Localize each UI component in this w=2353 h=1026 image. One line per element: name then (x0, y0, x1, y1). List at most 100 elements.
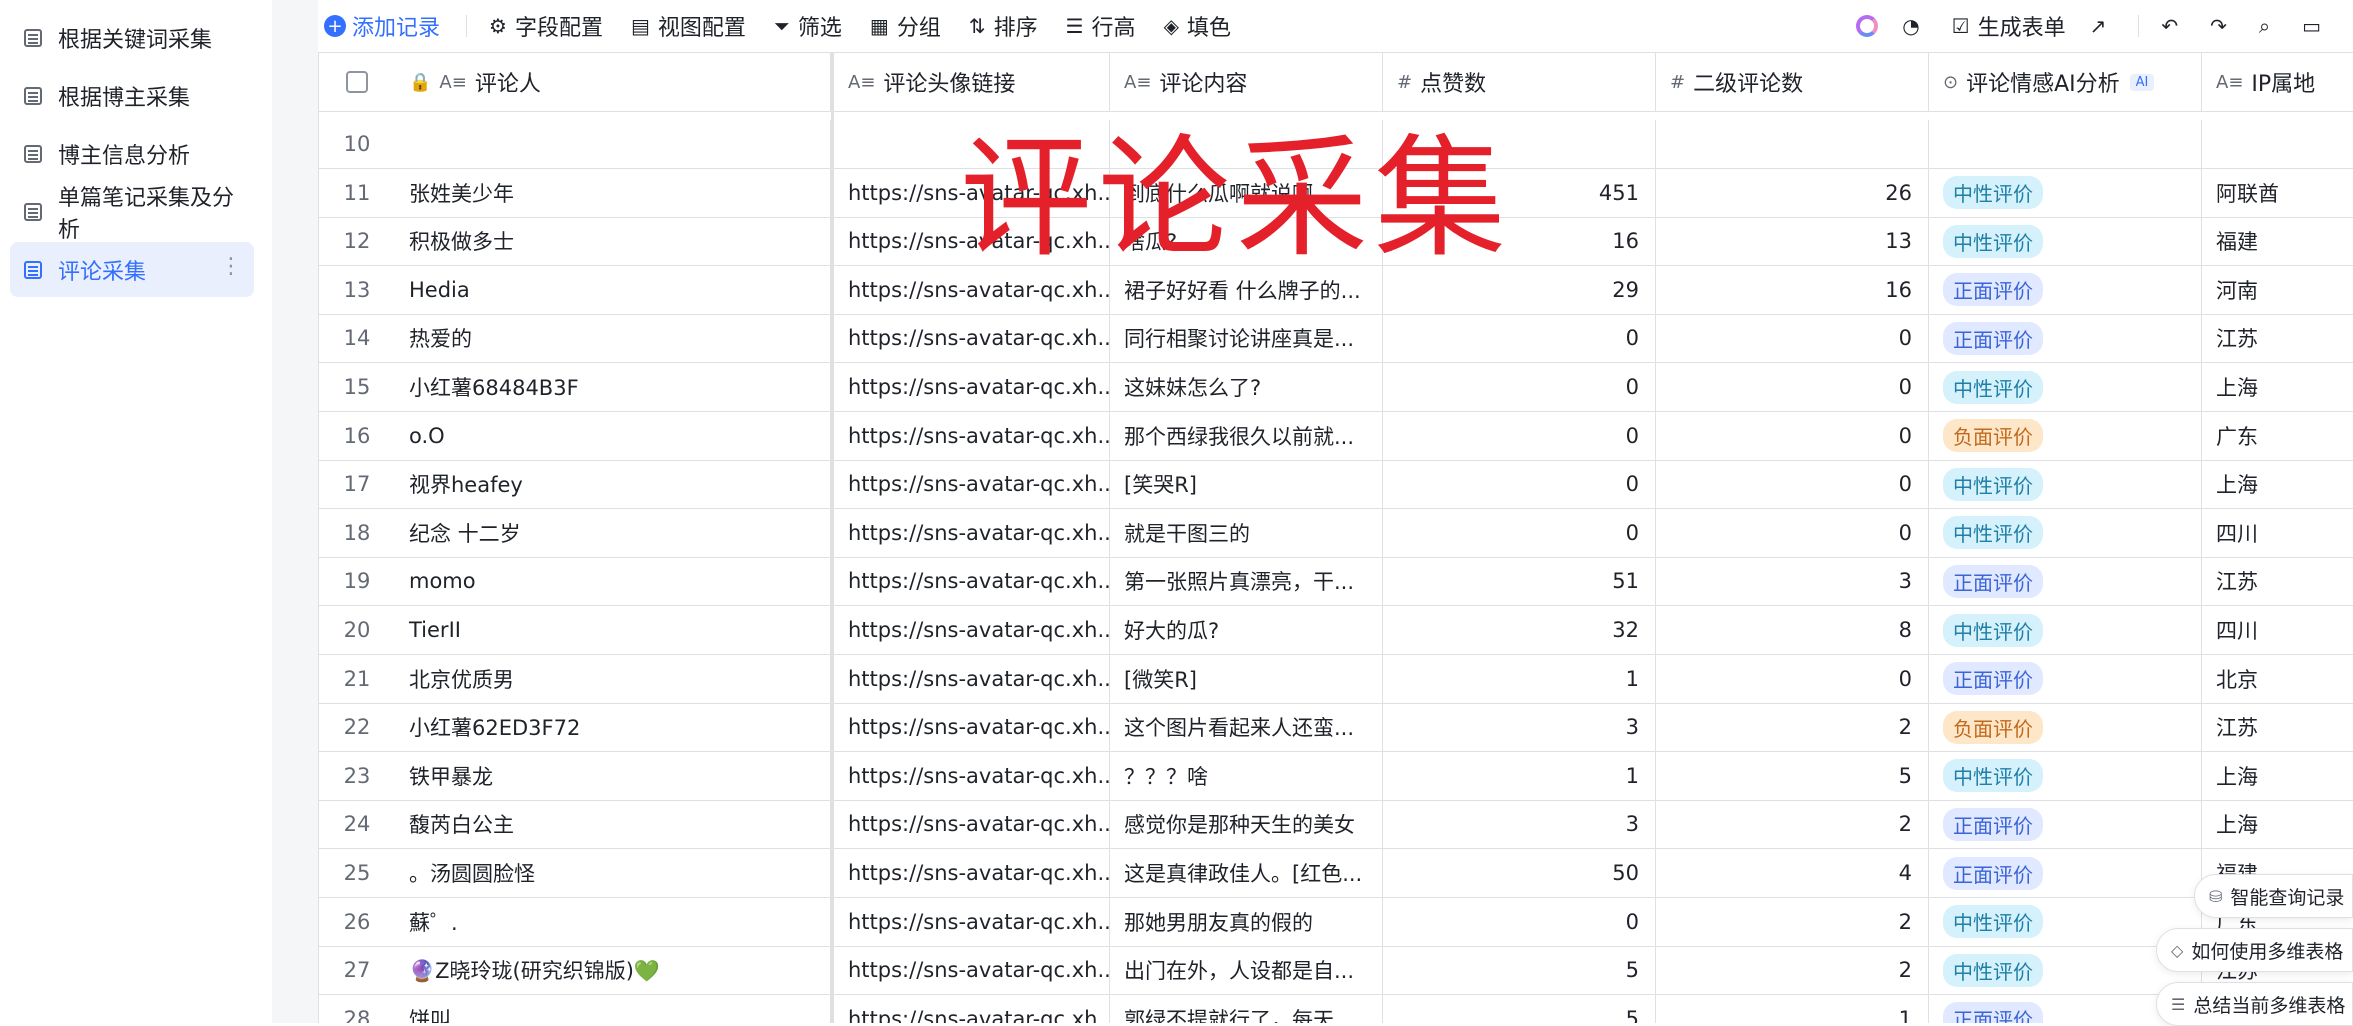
column-header-ip[interactable]: A≡ IP属地 (2202, 53, 2353, 111)
avatar-link-cell[interactable]: https://sns-avatar-qc.xh... (834, 946, 1110, 995)
ip-cell[interactable]: 阿联酋 (2202, 169, 2353, 217)
likes-cell[interactable]: 0 (1383, 508, 1656, 557)
group-button[interactable]: ▦ 分组 (870, 10, 941, 42)
content-cell[interactable]: 同行相聚讨论讲座真是... (1110, 314, 1383, 363)
content-cell[interactable]: 好大的瓜? (1110, 606, 1383, 654)
content-cell[interactable]: 就是干图三的 (1110, 508, 1383, 557)
replies-cell[interactable] (1656, 120, 1929, 168)
table-row[interactable]: 18 纪念 十二岁 https://sns-avatar-qc.xh... 就是干图三… (319, 508, 2353, 558)
table-row[interactable]: 22 小红薯62ED3F72 https://sns-avatar-qc.xh...… (319, 703, 2353, 753)
avatar-link-cell[interactable]: https://sns-avatar-qc.xh... (834, 557, 1110, 606)
commenter-cell[interactable] (395, 120, 831, 168)
column-header-sentiment[interactable]: ⊙ 评论情感AI分析 AI (1929, 53, 2202, 111)
commenter-cell[interactable]: 铁甲暴龙 (395, 751, 831, 800)
table-row[interactable]: 26 蘇゜. https://sns-avatar-qc.xh... 那她男朋友真的假… (319, 897, 2353, 947)
comment-button[interactable]: ▭ (2302, 14, 2329, 38)
add-record-button[interactable]: + 添加记录 (324, 10, 440, 42)
content-cell[interactable]: 这个图片看起来人还蛮... (1110, 703, 1383, 752)
summarize-button[interactable]: ☰ 总结当前多维表格 (2156, 982, 2353, 1026)
commenter-cell[interactable]: momo (395, 557, 831, 606)
sidebar-item-single-note[interactable]: 单篇笔记采集及分析 (10, 184, 254, 243)
commenter-cell[interactable]: 北京优质男 (395, 654, 831, 703)
sentiment-cell[interactable]: 中性评价 (1929, 460, 2202, 509)
replies-cell[interactable]: 1 (1656, 994, 1929, 1023)
commenter-cell[interactable]: 纪念 十二岁 (395, 508, 831, 557)
table-row[interactable]: 19 momo https://sns-avatar-qc.xh... 第一张照片真漂… (319, 557, 2353, 607)
commenter-cell[interactable]: 视界heafey (395, 460, 831, 509)
sentiment-cell[interactable] (1929, 120, 2202, 168)
table-row[interactable]: 16 o.O https://sns-avatar-qc.xh... 那个西绿我很久以… (319, 411, 2353, 461)
likes-cell[interactable]: 1 (1383, 654, 1656, 703)
replies-cell[interactable]: 16 (1656, 265, 1929, 314)
table-row[interactable]: 24 馥芮白公主 https://sns-avatar-qc.xh... 感觉你是那种… (319, 800, 2353, 850)
replies-cell[interactable]: 0 (1656, 508, 1929, 557)
sentiment-cell[interactable]: 中性评价 (1929, 363, 2202, 411)
replies-cell[interactable]: 2 (1656, 800, 1929, 849)
ip-cell[interactable]: 上海 (2202, 800, 2353, 848)
replies-cell[interactable]: 4 (1656, 849, 1929, 897)
sidebar-item-comment-collect[interactable]: 评论采集 ⋮ (10, 242, 254, 297)
content-cell[interactable]: [笑哭R] (1110, 460, 1383, 509)
replies-cell[interactable]: 3 (1656, 557, 1929, 606)
content-cell[interactable]: 这妹妹怎么了? (1110, 363, 1383, 411)
content-cell[interactable]: 郭绿不提就行了，每天... (1110, 994, 1383, 1023)
sentiment-cell[interactable]: 中性评价 (1929, 508, 2202, 557)
avatar-link-cell[interactable]: https://sns-avatar-qc.xh... (834, 994, 1110, 1023)
content-cell[interactable]: 那个西绿我很久以前就... (1110, 411, 1383, 460)
content-cell[interactable]: 那她男朋友真的假的 (1110, 897, 1383, 946)
sentiment-cell[interactable]: 正面评价 (1929, 265, 2202, 314)
commenter-cell[interactable]: TierII (395, 606, 831, 654)
replies-cell[interactable]: 5 (1656, 751, 1929, 800)
table-row[interactable]: 28 饼叫 https://sns-avatar-qc.xh... 郭绿不提就行了，每… (319, 994, 2353, 1023)
replies-cell[interactable]: 2 (1656, 897, 1929, 946)
sentiment-cell[interactable]: 负面评价 (1929, 411, 2202, 460)
content-cell[interactable]: [微笑R] (1110, 654, 1383, 703)
avatar-link-cell[interactable]: https://sns-avatar-qc.xh... (834, 314, 1110, 363)
select-all-checkbox[interactable] (319, 53, 395, 111)
content-cell[interactable]: 感觉你是那种天生的美女 (1110, 800, 1383, 849)
commenter-cell[interactable]: 。汤圆圆脸怪 (395, 849, 831, 897)
ip-cell[interactable]: 北京 (2202, 655, 2353, 703)
avatar-link-cell[interactable]: https://sns-avatar-qc.xh... (834, 460, 1110, 509)
content-cell[interactable]: 这是真律政佳人。[红色... (1110, 849, 1383, 897)
table-row[interactable]: 23 铁甲暴龙 https://sns-avatar-qc.xh... ？？？啥 1 5 中… (319, 751, 2353, 801)
replies-cell[interactable]: 13 (1656, 217, 1929, 266)
ip-cell[interactable]: 江苏 (2202, 557, 2353, 605)
avatar-link-cell[interactable]: https://sns-avatar-qc.xh... (834, 849, 1110, 897)
avatar-link-cell[interactable]: https://sns-avatar-qc.xh... (834, 508, 1110, 557)
sentiment-cell[interactable]: 中性评价 (1929, 217, 2202, 266)
content-cell[interactable]: 第一张照片真漂亮，干... (1110, 557, 1383, 606)
ip-cell[interactable]: 上海 (2202, 460, 2353, 508)
search-button[interactable]: ⌕ (2259, 14, 2278, 38)
commenter-cell[interactable]: Hedia (395, 265, 831, 314)
more-icon[interactable]: ⋮ (220, 254, 242, 279)
ip-cell[interactable] (2202, 120, 2353, 168)
replies-cell[interactable]: 8 (1656, 606, 1929, 654)
ip-cell[interactable]: 河南 (2202, 266, 2353, 314)
sidebar-item-blogger-analysis[interactable]: 博主信息分析 (10, 126, 254, 181)
content-cell[interactable]: 出门在外，人设都是自... (1110, 946, 1383, 995)
commenter-cell[interactable]: 馥芮白公主 (395, 800, 831, 849)
column-header-commenter[interactable]: 🔒 A≡ 评论人 (395, 53, 831, 111)
avatar-link-cell[interactable]: https://sns-avatar-qc.xh... (834, 751, 1110, 800)
filter-button[interactable]: ⏷ 筛选 (774, 10, 842, 42)
content-cell[interactable]: ？？？啥 (1110, 751, 1383, 800)
likes-cell[interactable]: 0 (1383, 363, 1656, 411)
commenter-cell[interactable]: 积极做多士 (395, 217, 831, 266)
avatar-link-cell[interactable]: https://sns-avatar-qc.xh... (834, 897, 1110, 946)
table-row[interactable]: 14 热爱的 https://sns-avatar-qc.xh... 同行相聚讨论讲座… (319, 314, 2353, 364)
commenter-cell[interactable]: 蘇゜. (395, 897, 831, 946)
likes-cell[interactable]: 0 (1383, 314, 1656, 363)
sentiment-cell[interactable]: 负面评价 (1929, 703, 2202, 752)
replies-cell[interactable]: 0 (1656, 411, 1929, 460)
sentiment-cell[interactable]: 中性评价 (1929, 606, 2202, 654)
replies-cell[interactable]: 2 (1656, 946, 1929, 995)
frozen-column-divider[interactable] (831, 52, 834, 1023)
table-row[interactable]: 25 。汤圆圆脸怪 https://sns-avatar-qc.xh... 这是真律政… (319, 849, 2353, 898)
replies-cell[interactable]: 26 (1656, 168, 1929, 217)
replies-cell[interactable]: 0 (1656, 314, 1929, 363)
commenter-cell[interactable]: 小红薯68484B3F (395, 363, 831, 411)
undo-button[interactable]: ↶ (2161, 14, 2186, 38)
sentiment-cell[interactable]: 正面评价 (1929, 557, 2202, 606)
commenter-cell[interactable]: 🔮Z晓玲珑(研究织锦版)💚 (395, 946, 831, 995)
